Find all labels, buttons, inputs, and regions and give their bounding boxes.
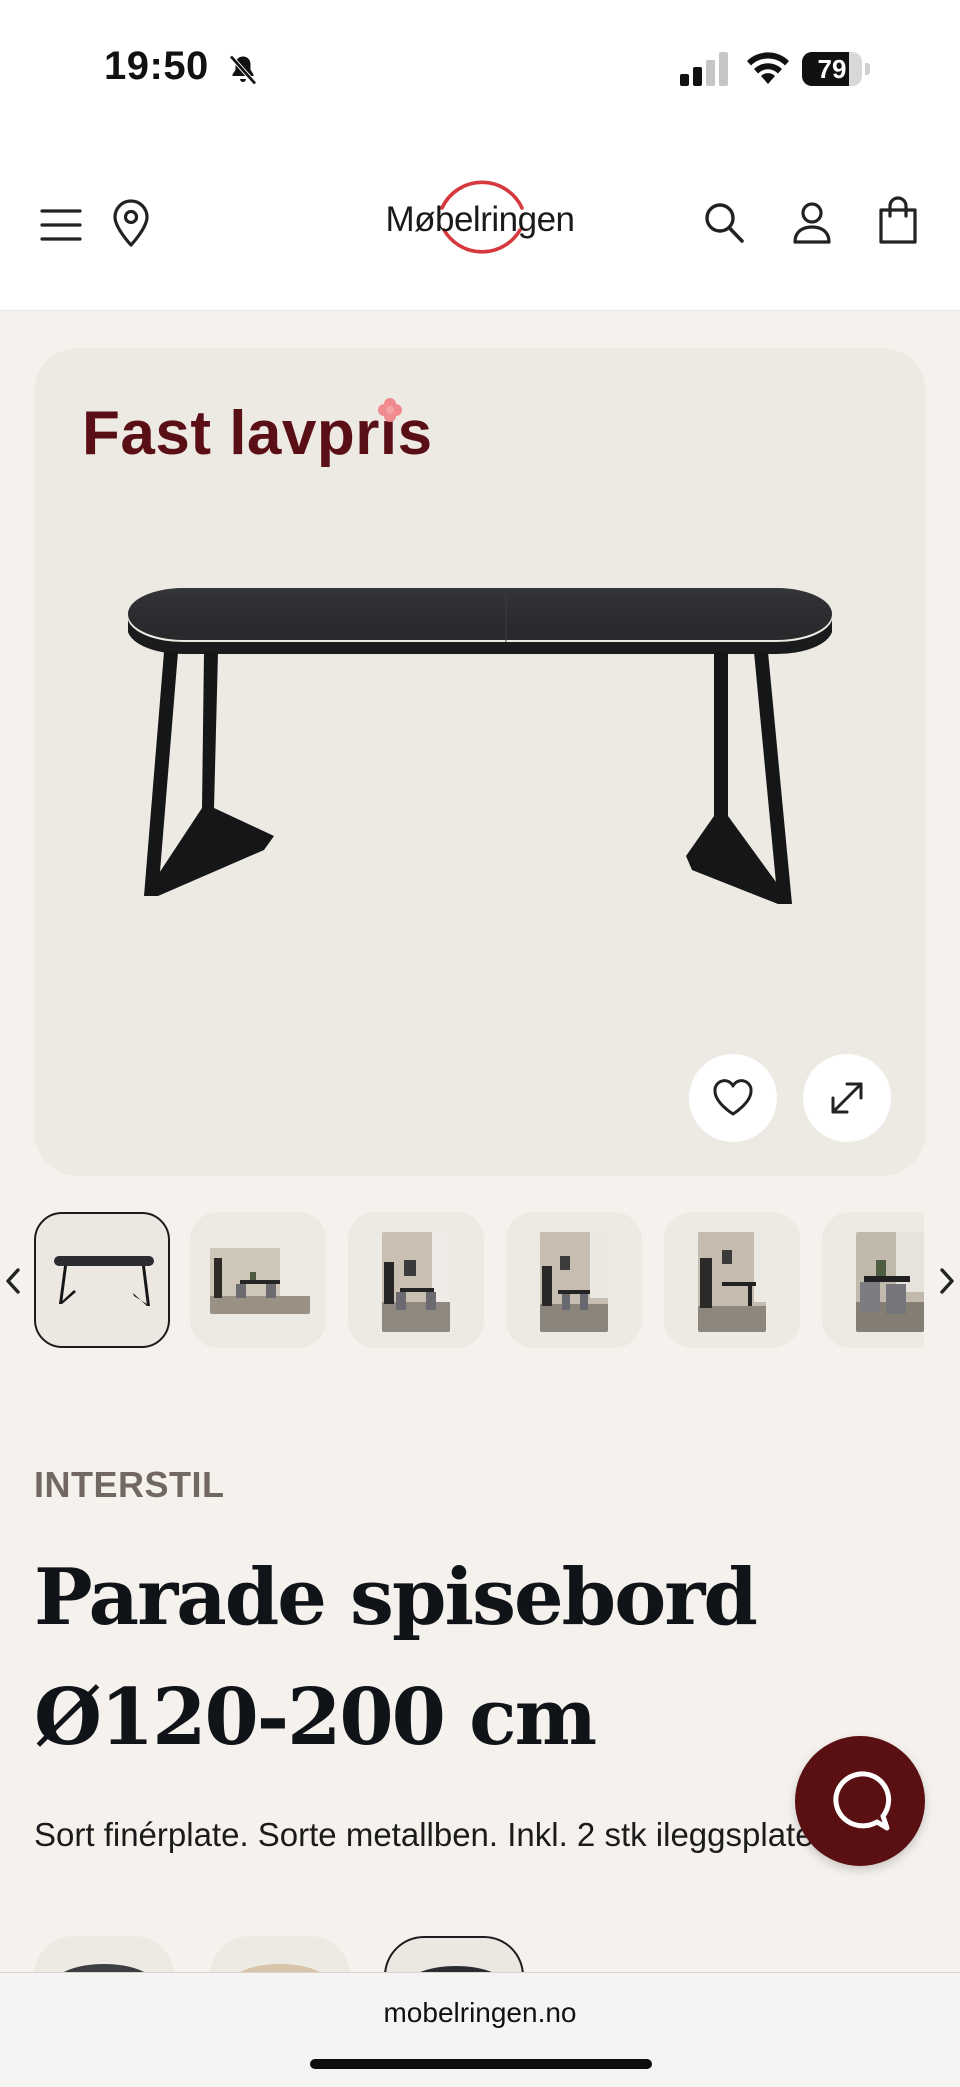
url-text[interactable]: mobelringen.no [0, 1997, 960, 2029]
home-indicator [310, 2059, 652, 2069]
thumbnail-table[interactable] [34, 1212, 170, 1348]
logo[interactable]: Møbelringen [370, 168, 590, 278]
table-image [128, 588, 832, 904]
heart-icon [713, 1079, 753, 1116]
room-photo [382, 1232, 450, 1332]
table-thumbnail-image [54, 1256, 154, 1306]
product-description: Sort finérplate. Sorte metallben. Inkl. … [34, 1816, 824, 1853]
battery-indicator: 79 [802, 52, 872, 88]
logo-text: Møbelringen [385, 200, 575, 239]
thumbnail-room-2[interactable] [348, 1212, 484, 1348]
bag-icon[interactable] [876, 196, 920, 246]
room-photo [856, 1232, 924, 1332]
chat-bubble-icon [833, 1771, 892, 1831]
room-photo [210, 1248, 310, 1314]
status-bar: 19:50 79 [0, 0, 960, 140]
site-header: Møbelringen [0, 140, 960, 311]
flower-icon [378, 398, 402, 422]
product-hero-image[interactable]: Fast lavpris [34, 348, 926, 1176]
chat-button[interactable] [795, 1736, 925, 1866]
thumbnail-carousel [0, 1210, 960, 1352]
room-photo [698, 1232, 766, 1332]
chevron-right-icon[interactable] [936, 1264, 958, 1298]
status-time: 19:50 [104, 44, 209, 88]
thumbnail-room-1[interactable] [190, 1212, 326, 1348]
thumbnail-room-4[interactable] [664, 1212, 800, 1348]
battery-level: 79 [817, 54, 847, 84]
chevron-left-icon[interactable] [2, 1264, 24, 1298]
favorite-button[interactable] [689, 1054, 777, 1142]
account-icon[interactable] [790, 200, 834, 246]
thumbnail-room-3[interactable] [506, 1212, 642, 1348]
browser-address-bar[interactable]: mobelringen.no [0, 1972, 960, 2087]
menu-icon[interactable] [38, 202, 84, 248]
product-title: Parade spisebord Ø120-200 cm [34, 1552, 758, 1763]
signal-icon [680, 52, 728, 86]
fullscreen-button[interactable] [803, 1054, 891, 1142]
expand-icon [831, 1082, 863, 1114]
room-photo [540, 1232, 608, 1332]
search-icon[interactable] [702, 200, 746, 246]
wifi-icon [747, 52, 789, 84]
thumbnail-track [34, 1210, 924, 1352]
thumbnail-room-5[interactable] [822, 1212, 924, 1348]
location-icon[interactable] [110, 198, 152, 248]
bell-muted-icon [229, 55, 257, 85]
product-brand[interactable]: INTERSTIL [34, 1464, 225, 1506]
